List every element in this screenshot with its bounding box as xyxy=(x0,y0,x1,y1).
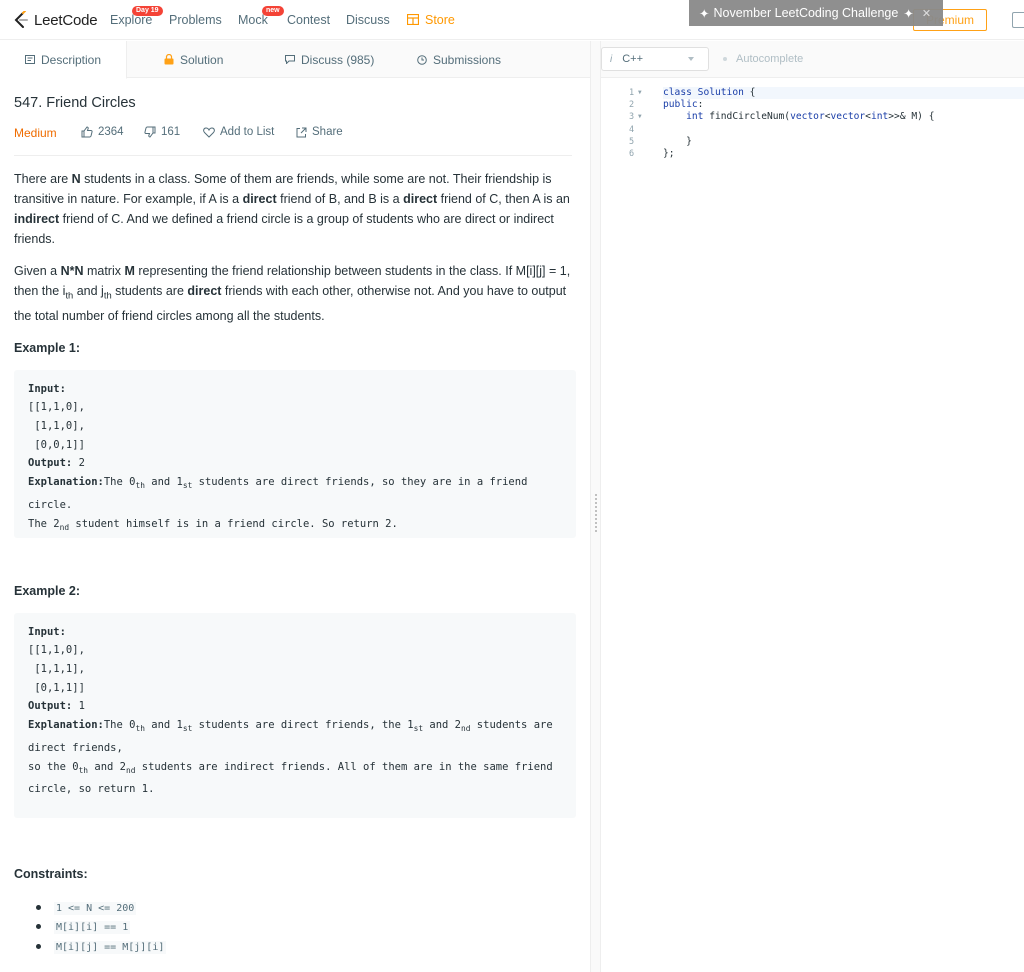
nav-discuss[interactable]: Discuss xyxy=(346,13,390,27)
dislike-count: 161 xyxy=(161,126,181,138)
editor-toolbar: i C++ Autocomplete xyxy=(601,41,1024,78)
tab-discuss-label: Discuss (985) xyxy=(301,52,375,67)
constraints-heading: Constraints: xyxy=(14,866,88,881)
close-icon[interactable]: ✕ xyxy=(922,7,931,20)
code-line[interactable] xyxy=(663,124,1024,136)
language-select[interactable]: i C++ xyxy=(601,47,709,71)
add-to-list-label: Add to List xyxy=(220,126,275,138)
line-number: 1 ▼ xyxy=(629,87,642,99)
example-2-block: Input: [[1,1,0], [1,1,1], [0,1,1]] Outpu… xyxy=(14,612,576,818)
nav-problems[interactable]: Problems xyxy=(169,13,222,27)
rocket-icon-right: ✦ xyxy=(903,6,914,21)
code-line[interactable]: }; xyxy=(663,148,1024,160)
constraints-list: 1 <= N <= 200 M[i][i] == 1 M[i][j] == M[… xyxy=(14,898,576,957)
explore-badge: Day 19 xyxy=(132,6,163,16)
line-number: 4 xyxy=(629,124,635,135)
description-paragraph-2: Given a N*N matrix M representing the fr… xyxy=(14,264,571,323)
like-button[interactable]: 2364 xyxy=(81,126,124,138)
share-button[interactable]: Share xyxy=(296,126,343,138)
divider xyxy=(14,155,572,156)
line-number: 5 xyxy=(629,136,635,147)
description-icon xyxy=(25,55,35,64)
nav-contest[interactable]: Contest xyxy=(287,13,330,27)
example-1-block: Input: [[1,1,0], [1,1,0], [0,0,1]] Outpu… xyxy=(14,369,576,538)
line-number: 2 xyxy=(629,100,635,111)
leetcode-logo[interactable]: LeetCode xyxy=(12,10,98,30)
comment-icon xyxy=(285,55,295,64)
toggle-dot-icon xyxy=(723,57,727,61)
dislike-button[interactable]: 161 xyxy=(144,126,180,138)
code-line[interactable]: int findCircleNum(vector<vector<int>>& M… xyxy=(663,111,1024,123)
lock-icon xyxy=(164,54,174,65)
challenge-text: November LeetCoding Challenge xyxy=(713,6,899,20)
constraint-item: M[i][j] == M[j][i] xyxy=(14,937,576,957)
code-line[interactable]: class Solution { xyxy=(663,87,1024,100)
drag-handle-icon[interactable] xyxy=(595,493,597,533)
constraint-code: M[i][j] == M[j][i] xyxy=(54,940,167,954)
thumbs-down-icon xyxy=(144,126,156,138)
tab-description-label: Description xyxy=(41,52,102,67)
panel-splitter[interactable] xyxy=(590,41,601,972)
logo-text: LeetCode xyxy=(34,11,98,29)
code-editor-panel: i C++ Autocomplete 1 ▼ 2 3 ▼ 4 5 6 class S… xyxy=(601,41,1024,972)
add-to-list-button[interactable]: Add to List xyxy=(203,126,274,138)
tab-submissions[interactable]: Submissions xyxy=(417,41,501,78)
share-icon xyxy=(296,127,307,137)
constraint-code: 1 <= N <= 200 xyxy=(54,901,137,915)
chevron-down-icon xyxy=(688,57,694,61)
constraint-item: M[i][i] == 1 xyxy=(14,917,576,937)
problem-tabs: Description Solution Discuss (985) Submi… xyxy=(0,41,590,79)
code-line[interactable]: } xyxy=(663,136,1024,148)
tab-submissions-label: Submissions xyxy=(433,52,502,67)
info-icon: i xyxy=(610,53,613,65)
top-navbar: LeetCode Explore Day 19 Problems Mock ne… xyxy=(0,0,1024,40)
autocomplete-label: Autocomplete xyxy=(736,53,804,65)
code-lines[interactable]: class Solution {public: int findCircleNu… xyxy=(663,87,1024,160)
language-value: C++ xyxy=(622,53,644,65)
difficulty-badge: Medium xyxy=(14,126,57,140)
clock-icon xyxy=(417,54,427,65)
line-number: 6 xyxy=(629,148,635,159)
rocket-icon: ✦ xyxy=(699,6,710,21)
heart-icon xyxy=(203,126,215,138)
example-1-heading: Example 1: xyxy=(14,340,81,355)
challenge-banner[interactable]: ✦ November LeetCoding Challenge ✦ ✕ xyxy=(689,0,943,26)
example-2-heading: Example 2: xyxy=(14,583,81,598)
panel-toggle-icon[interactable] xyxy=(1012,12,1024,28)
code-area[interactable]: 1 ▼ 2 3 ▼ 4 5 6 class Solution {public: in… xyxy=(601,87,1024,967)
leetcode-logo-icon xyxy=(14,11,28,28)
like-count: 2364 xyxy=(98,126,124,138)
share-label: Share xyxy=(312,126,343,138)
mock-badge: new xyxy=(262,6,284,16)
line-number: 3 ▼ xyxy=(629,111,642,123)
problem-meta: Medium 2364 161 Add to List Share xyxy=(14,126,574,140)
constraint-item: 1 <= N <= 200 xyxy=(14,898,576,918)
code-line[interactable]: public: xyxy=(663,99,1024,111)
tab-description[interactable]: Description xyxy=(0,41,127,79)
tab-solution-label: Solution xyxy=(180,52,224,67)
fold-arrow-icon[interactable]: ▼ xyxy=(638,111,642,123)
store-icon xyxy=(407,14,419,25)
description-panel: 547. Friend Circles Medium 2364 161 Add … xyxy=(0,79,590,972)
autocomplete-toggle[interactable]: Autocomplete xyxy=(723,53,803,65)
thumbs-up-icon xyxy=(81,126,93,138)
nav-store[interactable]: Store xyxy=(425,13,455,27)
tab-discuss[interactable]: Discuss (985) xyxy=(285,41,374,78)
problem-content: There are N students in a class. Some of… xyxy=(14,169,576,956)
fold-arrow-icon[interactable]: ▼ xyxy=(638,87,642,99)
description-paragraph-1: There are N students in a class. Some of… xyxy=(14,172,570,246)
line-gutter: 1 ▼ 2 3 ▼ 4 5 6 xyxy=(601,87,653,160)
problem-title: 547. Friend Circles xyxy=(14,95,136,111)
tab-solution[interactable]: Solution xyxy=(164,41,223,78)
constraint-code: M[i][i] == 1 xyxy=(54,921,131,934)
